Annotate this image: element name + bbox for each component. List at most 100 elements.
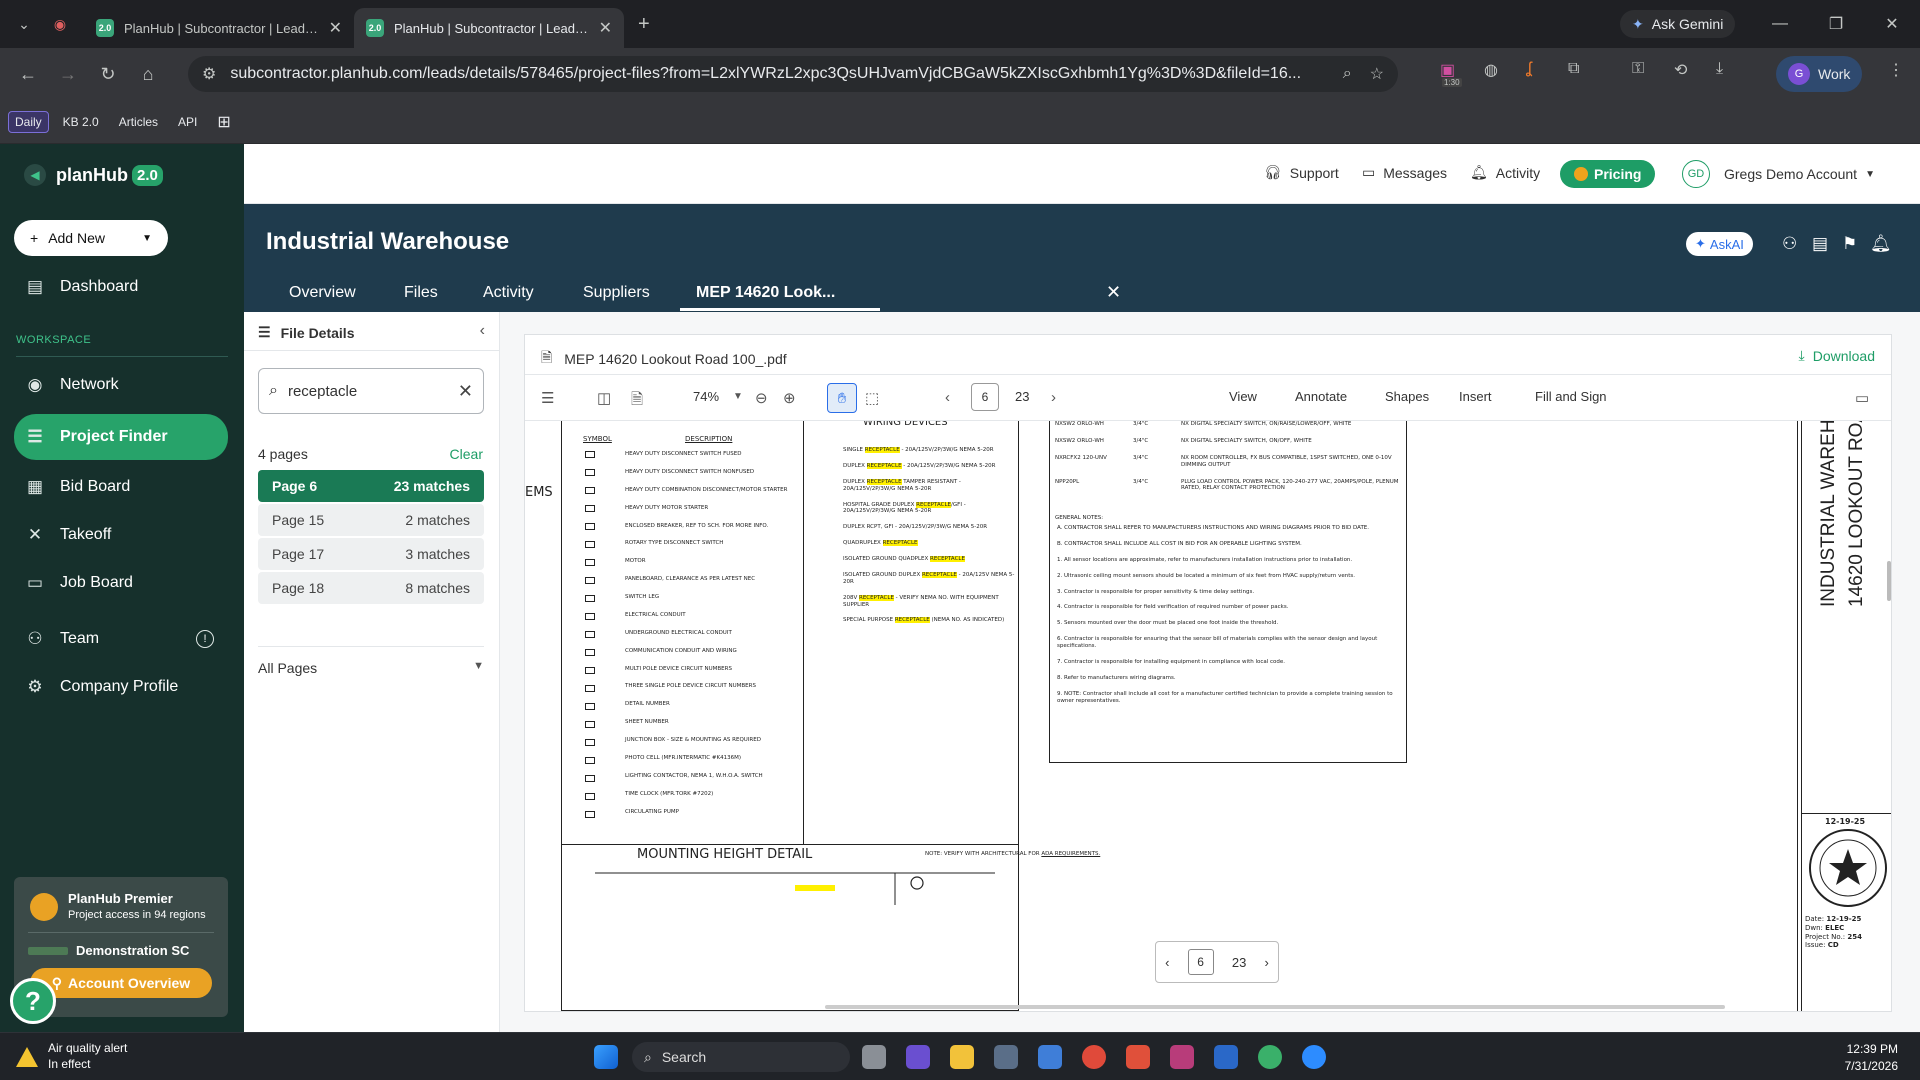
bookmark-kb[interactable]: KB 2.0 (57, 112, 105, 132)
help-button[interactable]: ? (10, 978, 56, 1024)
sidebar-toggle-icon[interactable]: ◫ (597, 389, 611, 407)
page-number-input[interactable]: 6 (971, 383, 999, 411)
weather-alert[interactable]: Air quality alert In effect (16, 1041, 127, 1072)
vertical-scrollbar[interactable] (1887, 561, 1891, 601)
search-highlight[interactable]: RECEPTACLE (882, 540, 918, 547)
home-icon[interactable]: ⌂ (128, 64, 168, 85)
chrome-profile-icon[interactable] (1258, 1045, 1282, 1069)
list-item[interactable]: Page 6 23 matches (258, 470, 484, 502)
tab-activity[interactable]: Activity (483, 284, 534, 302)
download-button[interactable]: ⤓ Download (1799, 347, 1875, 364)
sidebar-item-takeoff[interactable]: ✕ Takeoff (14, 514, 228, 556)
user-settings-icon[interactable]: ⚇ (1782, 234, 1797, 254)
list-item[interactable]: Page 17 3 matches (258, 538, 484, 570)
clear-search-icon[interactable]: ✕ (458, 381, 473, 402)
calendar-icon[interactable] (1214, 1045, 1238, 1069)
chevron-left-icon[interactable]: ‹ (480, 322, 485, 340)
prev-page-icon[interactable]: ‹ (945, 389, 950, 406)
planhub-logo[interactable]: ◀ planHub 2.0 (24, 164, 163, 186)
sidebar-item-company-profile[interactable]: ⚙ Company Profile (14, 666, 228, 708)
avatar[interactable]: GD (1682, 160, 1710, 188)
bookmark-star-icon[interactable]: ☆ (1370, 64, 1384, 84)
history-icon[interactable]: ⟲ (1674, 60, 1687, 80)
tab-close-icon[interactable]: ✕ (599, 18, 612, 38)
notes-icon[interactable]: ▤ (1812, 234, 1828, 254)
minimize-icon[interactable]: — (1752, 15, 1808, 33)
browser-tab-project[interactable]: 2.0 PlanHub | Subcontractor | Leads | Pr… (354, 8, 624, 48)
close-window-icon[interactable]: ✕ (1864, 14, 1920, 34)
menu-shapes[interactable]: Shapes (1385, 389, 1429, 404)
bookmark-articles[interactable]: Articles (113, 112, 164, 132)
bookmark-api[interactable]: API (172, 112, 203, 132)
askai-button[interactable]: ✦ AskAI (1686, 232, 1753, 256)
clear-link[interactable]: Clear (450, 446, 483, 462)
page-number-input[interactable]: 6 (1187, 949, 1214, 975)
menu-fill-and-sign[interactable]: Fill and Sign (1535, 389, 1607, 404)
menu-insert[interactable]: Insert (1459, 389, 1492, 404)
zoom-level[interactable]: 74% (693, 389, 719, 404)
horizontal-scrollbar[interactable] (825, 1005, 1725, 1009)
search-highlight[interactable]: RECEPTACLE (916, 501, 952, 508)
back-icon[interactable]: ← (8, 64, 48, 85)
select-area-icon[interactable]: ⬚ (865, 389, 879, 407)
notepad-icon[interactable] (1038, 1045, 1062, 1069)
app-s-icon[interactable] (1126, 1045, 1150, 1069)
search-input[interactable]: ⌕ receptacle ✕ (258, 368, 484, 414)
taskbar-search[interactable]: ⌕ Search (632, 1042, 850, 1072)
pricing-button[interactable]: Pricing (1560, 160, 1656, 188)
browser-tab-leads[interactable]: 2.0 PlanHub | Subcontractor | Leads | Le… (84, 8, 354, 48)
collapse-sidebar-icon[interactable]: ◀ (24, 164, 46, 186)
add-new-button[interactable]: + Add New ▼ (14, 220, 168, 256)
menu-icon[interactable]: ☰ (541, 389, 554, 407)
passwords-key-icon[interactable]: ⚿ (1632, 60, 1644, 78)
extension-icon[interactable]: ◍ (1484, 60, 1498, 80)
sidebar-item-dashboard[interactable]: ▤ Dashboard (14, 266, 228, 308)
close-tab-icon[interactable]: ✕ (1106, 282, 1121, 303)
pan-hand-icon[interactable]: ✋︎ (827, 383, 857, 413)
info-icon[interactable]: ! (196, 630, 214, 648)
tab-mep-file[interactable]: MEP 14620 Look... (696, 284, 835, 302)
activity-link[interactable]: 🔔︎ Activity (1470, 164, 1540, 181)
all-pages-dropdown[interactable]: All Pages ▼ (258, 660, 484, 676)
search-highlight[interactable]: RECEPTACLE (866, 478, 902, 485)
app-icon[interactable] (906, 1045, 930, 1069)
reload-icon[interactable]: ↻ (88, 64, 128, 85)
ask-gemini-button[interactable]: ✦ Ask Gemini (1620, 10, 1736, 38)
bookmark-icon[interactable]: ⚑ (1842, 234, 1857, 254)
omnibox[interactable]: ⚙ subcontractor.planhub.com/leads/detail… (188, 56, 1398, 92)
chrome-icon[interactable] (1082, 1045, 1106, 1069)
list-item[interactable]: Page 18 8 matches (258, 572, 484, 604)
new-tab-icon[interactable]: + (638, 13, 650, 36)
next-page-icon[interactable]: › (1051, 389, 1056, 406)
sidebar-item-bid-board[interactable]: ▦ Bid Board (14, 466, 228, 508)
search-highlight[interactable]: RECEPTACLE (864, 447, 900, 453)
search-highlight[interactable]: RECEPTACLE (894, 617, 930, 624)
task-view-icon[interactable] (862, 1045, 886, 1069)
tab-search-chevron-icon[interactable]: ⌄ (6, 6, 42, 42)
drawing-sheet[interactable]: SYMBOL DESCRIPTION WIRING DEVICES EMS HE… (525, 421, 1891, 1011)
search-highlight[interactable]: RECEPTACLE (866, 462, 902, 469)
chevron-down-icon[interactable]: ▼ (733, 391, 743, 402)
bookmark-daily[interactable]: Daily (8, 110, 49, 133)
account-menu[interactable]: Gregs Demo Account ▼ (1724, 166, 1875, 182)
tab-files[interactable]: Files (404, 284, 438, 302)
search-value[interactable]: receptacle (288, 383, 357, 400)
extensions-puzzle-icon[interactable]: ⧉ (1568, 60, 1579, 78)
extension-video-icon[interactable]: ▣ (1440, 60, 1455, 80)
search-highlight[interactable]: RECEPTACLE (859, 594, 894, 601)
apps-grid-icon[interactable]: ⊞ (211, 109, 236, 135)
zoom-in-icon[interactable]: ⊕ (783, 389, 796, 407)
browser-menu-icon[interactable]: ⋮ (1888, 60, 1904, 80)
menu-annotate[interactable]: Annotate (1295, 389, 1347, 404)
sidebar-item-project-finder[interactable]: ☰ Project Finder (14, 414, 228, 460)
page-icon[interactable]: 🗎︎ (631, 389, 643, 414)
sidebar-item-job-board[interactable]: ▭ Job Board (14, 562, 228, 604)
url-text[interactable]: subcontractor.planhub.com/leads/details/… (230, 65, 1324, 83)
support-link[interactable]: 🎧︎ Support (1264, 164, 1339, 181)
record-icon[interactable]: ◉ (42, 6, 78, 42)
search-highlight[interactable]: RECEPTACLE (921, 571, 957, 578)
extension-hook-icon[interactable]: ʆ (1526, 60, 1532, 78)
windows-start-icon[interactable] (594, 1045, 618, 1069)
prev-page-icon[interactable]: ‹ (1165, 955, 1169, 970)
site-info-icon[interactable]: ⚙ (202, 64, 216, 84)
